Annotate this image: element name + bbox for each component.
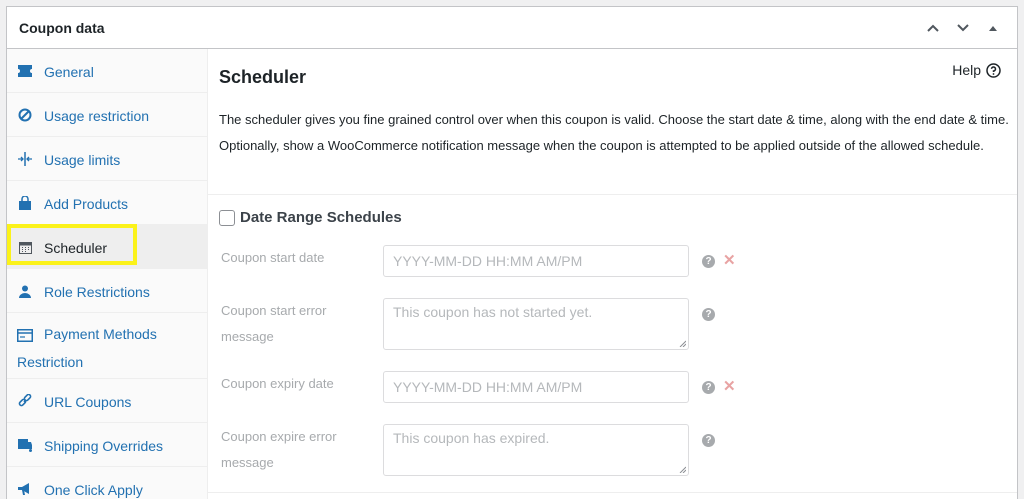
chevron-up-icon — [927, 24, 939, 32]
scheduler-description: The scheduler gives you fine grained con… — [219, 112, 1009, 153]
move-up-button[interactable] — [921, 16, 945, 40]
scheduler-title: Scheduler — [219, 67, 307, 87]
coupon-data-panel: Coupon data General Usage restriction Us… — [6, 6, 1018, 499]
start-date-input[interactable]: YYYY-MM-DD HH:MM AM/PM — [383, 245, 689, 277]
resize-handle-icon[interactable] — [678, 465, 686, 473]
ticket-icon — [17, 63, 33, 79]
tab-url-coupons[interactable]: URL Coupons — [7, 379, 207, 423]
tab-general[interactable]: General — [7, 49, 207, 93]
user-icon — [17, 283, 33, 299]
triangle-up-icon — [989, 25, 997, 31]
expire-error-label: Coupon expire error message — [221, 429, 337, 470]
panel-title: Coupon data — [19, 19, 105, 36]
cart-icon — [17, 195, 33, 211]
calendar-icon — [17, 239, 33, 255]
toggle-panel-button[interactable] — [981, 16, 1005, 40]
date-range-row: Date Range Schedules — [219, 209, 402, 226]
tab-one-click-apply[interactable]: One Click Apply — [7, 467, 207, 499]
header-controls — [921, 16, 1005, 40]
help-button[interactable]: Help — [952, 62, 1001, 78]
tab-add-products[interactable]: Add Products — [7, 181, 207, 225]
tab-shipping-overrides[interactable]: Shipping Overrides — [7, 423, 207, 467]
section-divider — [208, 194, 1017, 195]
megaphone-icon — [17, 481, 33, 497]
limits-icon — [17, 151, 33, 167]
question-icon: ? — [702, 308, 715, 321]
help-label: Help — [952, 62, 981, 78]
link-icon — [17, 393, 33, 409]
date-range-label: Date Range Schedules — [240, 209, 402, 226]
card-icon — [17, 327, 33, 343]
tab-usage-restriction[interactable]: Usage restriction — [7, 93, 207, 137]
date-range-checkbox[interactable] — [219, 209, 235, 226]
bottom-divider — [208, 492, 1017, 493]
truck-icon — [17, 437, 33, 453]
question-icon: ? — [702, 255, 715, 268]
question-icon: ? — [702, 381, 715, 394]
coupon-tabs: General Usage restriction Usage limits A… — [7, 49, 208, 499]
block-icon — [17, 107, 33, 123]
chevron-down-icon — [957, 23, 969, 31]
resize-handle-icon[interactable] — [678, 339, 686, 347]
remove-icon[interactable]: ✕ — [723, 377, 736, 395]
expiry-date-input[interactable]: YYYY-MM-DD HH:MM AM/PM — [383, 371, 689, 403]
remove-icon[interactable]: ✕ — [723, 251, 736, 269]
question-icon: ? — [702, 434, 715, 447]
tab-role-restrictions[interactable]: Role Restrictions — [7, 269, 207, 313]
panel-header: Coupon data — [7, 7, 1017, 49]
tab-usage-limits[interactable]: Usage limits — [7, 137, 207, 181]
tab-scheduler[interactable]: Scheduler — [7, 224, 207, 269]
scheduler-panel: Scheduler Help The scheduler gives you f… — [208, 49, 1017, 499]
tab-payment-methods-restriction[interactable]: Payment Methods Restriction — [7, 313, 207, 379]
help-icon — [986, 62, 1001, 78]
start-error-textarea[interactable]: This coupon has not started yet. — [383, 298, 689, 350]
expiry-date-label: Coupon expiry date — [221, 376, 334, 391]
move-down-button[interactable] — [951, 16, 975, 40]
start-error-label: Coupon start error message — [221, 303, 327, 344]
expire-error-textarea[interactable]: This coupon has expired. — [383, 424, 689, 476]
start-date-label: Coupon start date — [221, 250, 325, 265]
